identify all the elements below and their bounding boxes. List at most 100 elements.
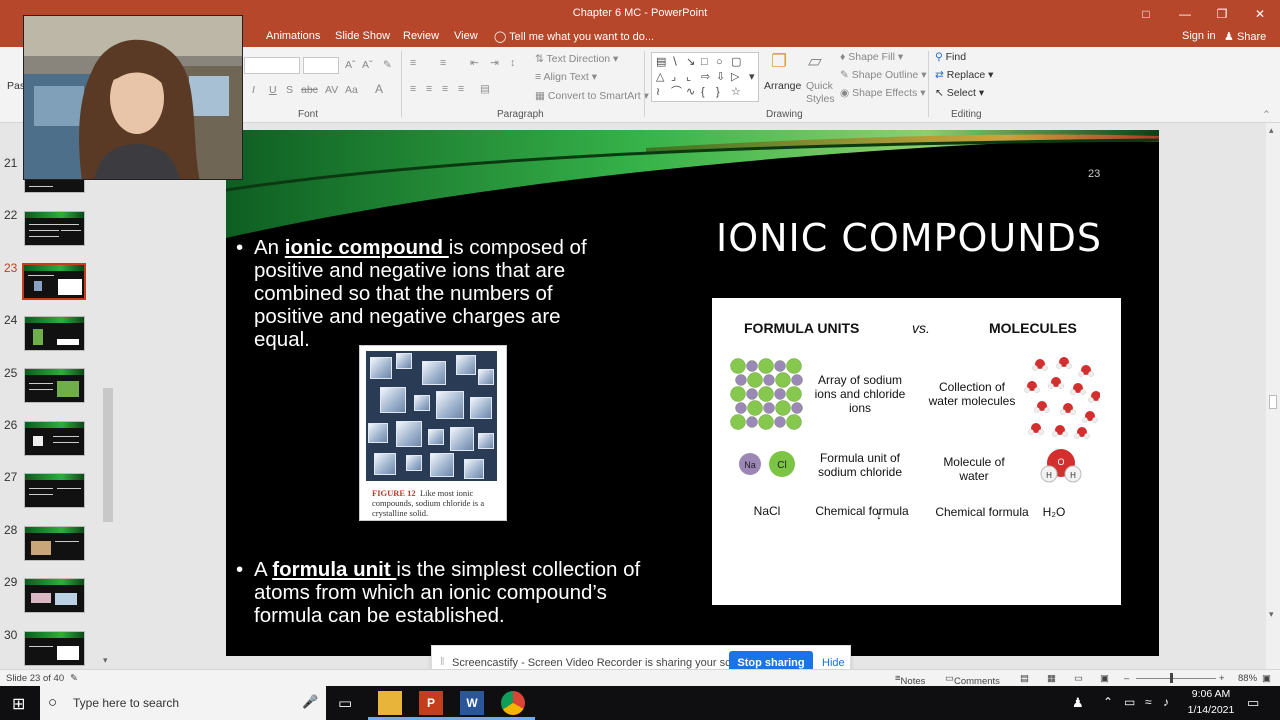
brace-left-shape-icon[interactable]: { xyxy=(701,86,705,98)
task-view-icon[interactable]: ▭ xyxy=(338,694,352,712)
find-button[interactable]: ⚲ Find xyxy=(935,51,966,63)
decrease-font-icon[interactable]: Aˇ xyxy=(362,59,373,71)
decrease-indent-icon[interactable]: ⇤ xyxy=(470,57,479,69)
collapse-ribbon-icon[interactable]: ⌃ xyxy=(1262,109,1271,121)
columns-icon[interactable]: ▤ xyxy=(480,83,490,95)
show-hidden-icons[interactable]: ⌃ xyxy=(1103,695,1113,709)
select-button[interactable]: ↖ Select ▾ xyxy=(935,87,984,99)
strikethrough-icon[interactable]: abc xyxy=(301,84,318,96)
font-color-icon[interactable]: A xyxy=(375,82,383,96)
shape-effects-button[interactable]: ◉ Shape Effects ▾ xyxy=(840,87,925,99)
sign-in-link[interactable]: Sign in xyxy=(1182,30,1216,42)
wifi-icon[interactable]: ≈ xyxy=(1145,695,1152,709)
underline-icon[interactable]: U xyxy=(269,84,277,96)
clock-time[interactable]: 9:06 AM xyxy=(1185,688,1237,700)
clear-format-icon[interactable]: ✎ xyxy=(383,59,392,71)
windows-start-icon[interactable]: ⊞ xyxy=(12,694,25,714)
right-arrow-shape-icon[interactable]: ⇨ xyxy=(701,71,710,83)
share-button[interactable]: ♟ Share xyxy=(1224,30,1266,43)
elbow-shape-icon[interactable]: ⌞ xyxy=(686,71,691,83)
align-left-icon[interactable]: ≡ xyxy=(410,83,416,95)
shape-outline-button[interactable]: ✎ Shape Outline ▾ xyxy=(840,69,926,81)
scroll-down-icon[interactable]: ▾ xyxy=(1269,609,1274,620)
minimize-icon[interactable]: — xyxy=(1174,3,1196,25)
font-size-box[interactable] xyxy=(303,57,339,74)
scroll-up-icon[interactable]: ▴ xyxy=(1269,125,1274,136)
slide-scroll-thumb[interactable] xyxy=(1269,395,1277,409)
rounded-rect-shape-icon[interactable]: ▢ xyxy=(731,56,741,68)
zoom-slider-thumb[interactable] xyxy=(1170,673,1173,683)
freeform-shape-icon[interactable]: ∿ xyxy=(686,86,695,98)
numbering-icon[interactable]: ≡ xyxy=(440,57,446,69)
slide-thumbnail-active[interactable] xyxy=(22,263,86,300)
battery-icon[interactable]: ▭ xyxy=(1124,695,1135,709)
slide-thumbnail[interactable] xyxy=(24,211,85,246)
thumbnail-scroll-thumb[interactable] xyxy=(103,388,113,522)
triangle-shape-icon[interactable]: △ xyxy=(656,71,664,83)
connector-shape-icon[interactable]: ⌟ xyxy=(671,71,676,83)
bullets-icon[interactable]: ≡ xyxy=(410,57,416,69)
people-icon[interactable]: ♟ xyxy=(1072,695,1084,711)
arrow-line-shape-icon[interactable]: ↘ xyxy=(686,56,695,68)
justify-icon[interactable]: ≡ xyxy=(458,83,464,95)
drag-handle-icon[interactable]: ‖ xyxy=(440,656,445,668)
align-text-button[interactable]: ≡ Align Text ▾ xyxy=(535,71,597,83)
replace-button[interactable]: ⇄ Replace ▾ xyxy=(935,69,993,81)
increase-indent-icon[interactable]: ⇥ xyxy=(490,57,499,69)
arc-shape-icon[interactable]: ⌒ xyxy=(671,86,682,98)
slide-canvas[interactable]: 23 IONIC COMPOUNDS • An ionic compound i… xyxy=(226,130,1159,656)
spell-check-icon[interactable]: ✎ xyxy=(70,673,78,684)
tab-slide-show[interactable]: Slide Show xyxy=(335,30,390,42)
tab-view[interactable]: View xyxy=(454,30,478,42)
line-shape-icon[interactable]: ∖ xyxy=(671,56,678,68)
brace-right-shape-icon[interactable]: } xyxy=(716,86,720,98)
zoom-slider[interactable] xyxy=(1136,678,1216,679)
star-shape-icon[interactable]: ☆ xyxy=(731,86,741,98)
hide-button[interactable]: Hide xyxy=(822,657,845,669)
notifications-icon[interactable]: ▭ xyxy=(1247,695,1259,711)
chrome-taskbar-icon[interactable] xyxy=(501,691,525,715)
microphone-icon[interactable]: 🎤 xyxy=(302,694,318,710)
tell-me-search[interactable]: ◯ Tell me what you want to do... xyxy=(494,30,654,43)
comments-button[interactable]: ▭ Comments xyxy=(945,673,1000,687)
taskbar-search-box[interactable]: ○ Type here to search 🎤 xyxy=(40,686,326,720)
scroll-down-icon[interactable]: ▾ xyxy=(103,655,108,666)
word-taskbar-icon[interactable]: W xyxy=(460,691,484,715)
shadow-icon[interactable]: S xyxy=(286,84,293,96)
align-center-icon[interactable]: ≡ xyxy=(426,83,432,95)
rectangle-shape-icon[interactable]: □ xyxy=(701,56,708,68)
gallery-more-icon[interactable]: ▾ xyxy=(749,71,755,83)
tab-review[interactable]: Review xyxy=(403,30,439,42)
tab-animations[interactable]: Animations xyxy=(266,30,320,42)
quick-styles-button[interactable]: Quick Styles xyxy=(806,80,835,106)
char-spacing-icon[interactable]: AV xyxy=(325,84,338,96)
clock-date[interactable]: 1/14/2021 xyxy=(1182,704,1240,716)
italic-icon[interactable]: I xyxy=(252,84,255,96)
change-case-icon[interactable]: Aa xyxy=(345,84,358,96)
increase-font-icon[interactable]: Aˆ xyxy=(345,59,356,71)
slide-scrollbar[interactable]: ▴ ▾ xyxy=(1266,123,1280,669)
slideshow-icon[interactable]: ▣ xyxy=(1100,673,1109,684)
align-right-icon[interactable]: ≡ xyxy=(442,83,448,95)
slide-thumbnail[interactable] xyxy=(24,526,85,561)
slide-thumbnail[interactable] xyxy=(24,473,85,508)
shapes-gallery[interactable]: ▤ ∖ ↘ □ ○ ▢ △ ⌟ ⌞ ⇨ ⇩ ▷ ≀ ⌒ ∿ { } ☆ ▾ xyxy=(651,52,759,102)
slide-thumbnail[interactable] xyxy=(24,578,85,613)
text-direction-button[interactable]: ⇅ Text Direction ▾ xyxy=(535,53,618,65)
slide-thumbnail[interactable] xyxy=(24,316,85,351)
notes-button[interactable]: ≡ Notes xyxy=(895,673,925,687)
textbox-shape-icon[interactable]: ▤ xyxy=(656,56,666,68)
slide-thumbnail[interactable] xyxy=(24,368,85,403)
oval-shape-icon[interactable]: ○ xyxy=(716,56,723,68)
arrange-button[interactable]: Arrange xyxy=(764,80,801,92)
powerpoint-taskbar-icon[interactable]: P xyxy=(419,691,443,715)
slide-thumbnail[interactable] xyxy=(24,421,85,456)
curve-shape-icon[interactable]: ≀ xyxy=(656,86,660,98)
file-explorer-icon[interactable] xyxy=(378,691,402,715)
zoom-in-icon[interactable]: + xyxy=(1219,673,1225,684)
chevron-shape-icon[interactable]: ▷ xyxy=(731,71,739,83)
maximize-icon[interactable]: ❐ xyxy=(1211,3,1233,25)
slide-sorter-icon[interactable]: ▦ xyxy=(1047,673,1056,684)
convert-smartart-button[interactable]: ▦ Convert to SmartArt ▾ xyxy=(535,90,649,102)
ribbon-display-icon[interactable]: □ xyxy=(1135,3,1157,25)
